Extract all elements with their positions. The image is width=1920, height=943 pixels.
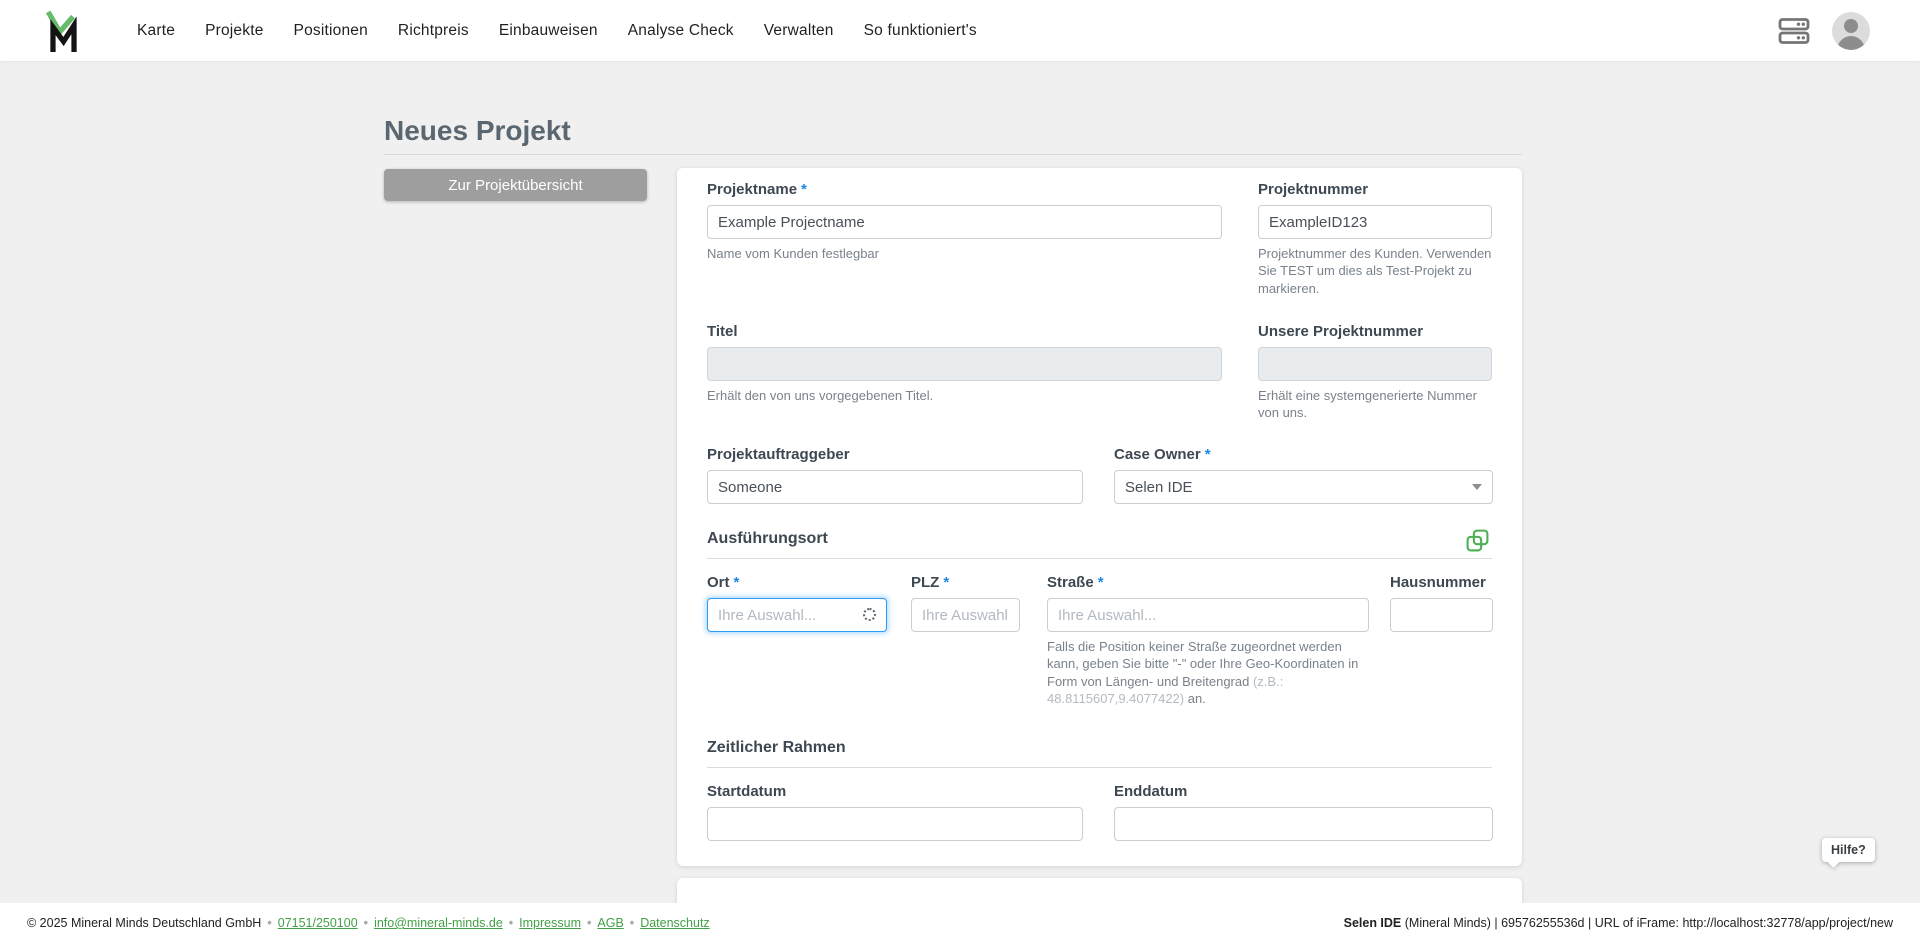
enddatum-label: Enddatum	[1114, 783, 1188, 800]
unsere-projektnummer-input	[1258, 347, 1492, 381]
case-owner-field-group: Case Owner * Selen IDE	[1114, 446, 1493, 504]
titel-input	[707, 347, 1222, 381]
footer-link-email[interactable]: info@mineral-minds.de	[374, 916, 503, 930]
copy-icon[interactable]	[1465, 528, 1490, 556]
page-title: Neues Projekt	[384, 115, 571, 146]
projektname-label: Projektname *	[707, 181, 807, 198]
copyright-text: © 2025 Mineral Minds Deutschland GmbH	[27, 916, 262, 930]
titel-helper: Erhält den von uns vorgegebenen Titel.	[707, 388, 934, 403]
nav-item-einbauweisen[interactable]: Einbauweisen	[499, 22, 598, 40]
nav-item-analyse-check[interactable]: Analyse Check	[628, 22, 734, 40]
strasse-field-group: Straße* Falls die Position keiner Straße…	[1047, 574, 1369, 708]
next-form-card-partial	[677, 878, 1522, 903]
zeitlicher-rahmen-heading: Zeitlicher Rahmen	[707, 739, 846, 756]
case-owner-select[interactable]: Selen IDE	[1114, 470, 1493, 504]
footer-link-datenschutz[interactable]: Datenschutz	[640, 916, 709, 930]
plz-label: PLZ *	[911, 574, 950, 591]
session-user: Selen IDE	[1343, 916, 1402, 930]
session-details: (Mineral Minds) | 69576255536d | URL of …	[1401, 916, 1893, 930]
projektnummer-field-group: Projektnummer Projektnummer des Kunden. …	[1258, 181, 1492, 297]
avatar-torso	[1837, 35, 1865, 50]
nav-item-projekte[interactable]: Projekte	[205, 22, 263, 40]
enddatum-field-group: Enddatum	[1114, 783, 1493, 841]
strasse-helper: Falls die Position keiner Straße zugeord…	[1047, 639, 1359, 707]
hausnummer-input[interactable]	[1390, 598, 1493, 632]
section-divider	[707, 558, 1492, 559]
app-viewport: Karte Projekte Positionen Richtpreis Ein…	[0, 0, 1920, 943]
zeitlicher-rahmen-section-header: Zeitlicher Rahmen	[707, 739, 1492, 768]
ort-input[interactable]	[707, 598, 887, 632]
case-owner-value: Selen IDE	[1125, 478, 1193, 496]
main-nav: Karte Projekte Positionen Richtpreis Ein…	[137, 22, 977, 40]
nav-item-so-funktionierts[interactable]: So funktioniert's	[864, 22, 977, 40]
footer-link-phone[interactable]: 07151/250100	[278, 916, 358, 930]
footer: © 2025 Mineral Minds Deutschland GmbH • …	[0, 903, 1920, 943]
projektnummer-helper: Projektnummer des Kunden. Verwenden Sie …	[1258, 246, 1492, 296]
enddatum-input[interactable]	[1114, 807, 1493, 841]
footer-session-info: Selen IDE (Mineral Minds) | 69576255536d…	[1344, 916, 1893, 930]
required-asterisk: *	[733, 574, 740, 591]
nav-item-verwalten[interactable]: Verwalten	[764, 22, 834, 40]
projektnummer-input[interactable]	[1258, 205, 1492, 239]
avatar-head	[1844, 18, 1858, 33]
startdatum-label: Startdatum	[707, 783, 787, 800]
section-divider	[707, 767, 1492, 768]
projektnummer-label: Projektnummer	[1258, 181, 1369, 198]
projektauftraggeber-input[interactable]	[707, 470, 1083, 504]
logo-icon	[45, 10, 77, 52]
title-divider	[384, 154, 1522, 155]
navbar-right	[1778, 11, 1870, 50]
required-asterisk: *	[1204, 446, 1211, 463]
ausfuehrungsort-section-header: Ausführungsort	[707, 530, 1492, 559]
titel-label: Titel	[707, 323, 738, 340]
footer-left: © 2025 Mineral Minds Deutschland GmbH • …	[27, 916, 710, 930]
case-owner-label: Case Owner *	[1114, 446, 1211, 463]
plz-input[interactable]	[911, 598, 1020, 632]
loading-spinner-icon	[863, 608, 876, 621]
projektname-input[interactable]	[707, 205, 1222, 239]
hausnummer-field-group: Hausnummer	[1390, 574, 1493, 632]
top-navbar: Karte Projekte Positionen Richtpreis Ein…	[0, 0, 1920, 61]
footer-link-impressum[interactable]: Impressum	[519, 916, 581, 930]
help-button[interactable]: Hilfe?	[1822, 838, 1875, 862]
projektauftraggeber-field-group: Projektauftraggeber	[707, 446, 1083, 504]
projektname-helper: Name vom Kunden festlegbar	[707, 246, 879, 261]
projektname-field-group: Projektname* Name vom Kunden festlegbar	[707, 181, 1222, 262]
server-icon[interactable]	[1778, 17, 1810, 45]
required-asterisk: *	[801, 181, 807, 198]
nav-item-positionen[interactable]: Positionen	[294, 22, 368, 40]
new-project-form-card: Projektname* Name vom Kunden festlegbar …	[677, 168, 1522, 866]
ausfuehrungsort-heading: Ausführungsort	[707, 530, 828, 547]
required-asterisk: *	[943, 574, 950, 591]
startdatum-input[interactable]	[707, 807, 1083, 841]
ort-field-group: Ort *	[707, 574, 887, 632]
user-avatar-icon[interactable]	[1832, 11, 1870, 50]
mineral-minds-logo[interactable]	[45, 9, 82, 53]
unsere-projektnummer-helper: Erhält eine systemgenerierte Nummer von …	[1258, 388, 1477, 421]
strasse-input[interactable]	[1047, 598, 1369, 632]
required-asterisk: *	[1097, 574, 1104, 591]
unsere-projektnummer-label: Unsere Projektnummer	[1258, 323, 1424, 340]
back-to-project-overview-button[interactable]: Zur Projektübersicht	[384, 169, 647, 201]
unsere-projektnummer-field-group: Unsere Projektnummer Erhält eine systemg…	[1258, 323, 1492, 422]
footer-link-agb[interactable]: AGB	[597, 916, 623, 930]
strasse-label: Straße *	[1047, 574, 1104, 591]
ort-label: Ort *	[707, 574, 740, 591]
projektauftraggeber-label: Projektauftraggeber	[707, 446, 850, 463]
titel-field-group: Titel Erhält den von uns vorgegebenen Ti…	[707, 323, 1222, 404]
chevron-down-icon	[1472, 484, 1482, 490]
nav-item-karte[interactable]: Karte	[137, 22, 175, 40]
startdatum-field-group: Startdatum	[707, 783, 1083, 841]
hausnummer-label: Hausnummer	[1390, 574, 1486, 591]
nav-item-richtpreis[interactable]: Richtpreis	[398, 22, 469, 40]
plz-field-group: PLZ *	[911, 574, 1020, 632]
